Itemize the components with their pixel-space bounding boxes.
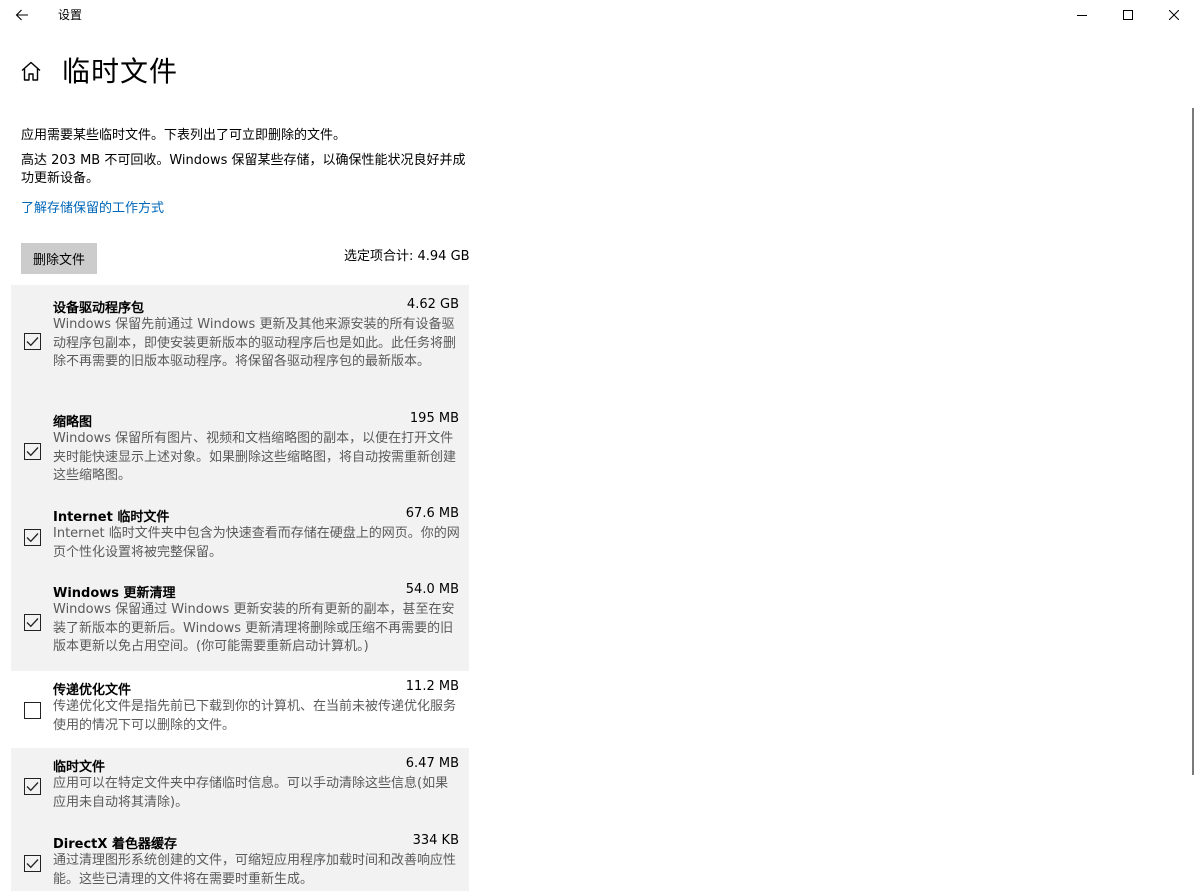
back-arrow-icon [15,9,28,21]
maximize-icon [1123,10,1133,20]
list-item: DirectX 着色器缓存 334 KB 通过清理图形系统创建的文件，可缩短应用… [11,825,469,891]
temp-file-list: 设备驱动程序包 4.62 GB Windows 保留先前通过 Windows 更… [11,285,469,891]
item-name: Windows 更新清理 [53,586,176,601]
item-size: 6.47 MB [405,756,459,771]
item-description: Windows 保留所有图片、视频和文档缩略图的副本，以便在打开文件夹时能快速显… [53,431,457,484]
description-1: 应用需要某些临时文件。下表列出了可立即删除的文件。 [21,128,347,143]
item-size: 54.0 MB [405,582,459,597]
home-button[interactable] [19,60,43,82]
checkmark-icon [26,337,39,347]
close-icon [1169,10,1179,20]
item-name: DirectX 着色器缓存 [53,837,177,852]
checkmark-icon [26,782,39,792]
checkbox[interactable] [24,702,41,719]
item-size: 195 MB [409,411,459,426]
minimize-icon [1077,15,1087,16]
close-button[interactable] [1151,0,1197,30]
list-item: Internet 临时文件 67.6 MB Internet 临时文件夹中包含为… [11,499,469,576]
list-item: 缩略图 195 MB Windows 保留所有图片、视频和文档缩略图的副本，以便… [11,404,469,499]
item-name: 传递优化文件 [53,683,132,698]
checkbox[interactable] [24,614,41,631]
checkbox[interactable] [24,333,41,350]
list-item: Windows 更新清理 54.0 MB Windows 保留通过 Window… [11,576,469,671]
item-name: 设备驱动程序包 [53,301,145,316]
home-icon [21,61,41,81]
item-size: 11.2 MB [405,679,459,694]
minimize-button[interactable] [1059,0,1105,30]
item-size: 67.6 MB [405,506,459,521]
page-title: 临时文件 [62,55,179,88]
list-item: 设备驱动程序包 4.62 GB Windows 保留先前通过 Windows 更… [11,285,469,404]
selected-total: 选定项合计: 4.94 GB [344,249,470,264]
item-description: Windows 保留通过 Windows 更新安装的所有更新的副本，甚至在安装了… [53,602,455,655]
title-bar: 设置 [0,0,1197,30]
item-name: 缩略图 [53,415,93,430]
item-description: 通过清理图形系统创建的文件，可缩短应用程序加载时间和改善响应性能。这些已清理的文… [53,853,457,887]
item-description: Internet 临时文件夹中包含为快速查看而存储在硬盘上的网页。你的网页个性化… [53,526,460,560]
item-description: Windows 保留先前通过 Windows 更新及其他来源安装的所有设备驱动程… [53,317,457,370]
checkmark-icon [26,618,39,628]
item-description: 传递优化文件是指先前已下载到你的计算机、在当前未被传递优化服务使用的情况下可以删… [53,699,457,733]
checkbox[interactable] [24,855,41,872]
checkmark-icon [26,533,39,543]
scrollbar[interactable] [1192,108,1194,775]
item-size: 334 KB [412,833,459,848]
list-item: 临时文件 6.47 MB 应用可以在特定文件夹中存储临时信息。可以手动清除这些信… [11,748,469,825]
learn-storage-reserve-link[interactable]: 了解存储保留的工作方式 [21,197,164,216]
app-title: 设置 [58,8,83,22]
checkbox[interactable] [24,529,41,546]
item-size: 4.62 GB [406,297,459,312]
checkmark-icon [26,447,39,457]
maximize-button[interactable] [1105,0,1151,30]
list-item: 传递优化文件 11.2 MB 传递优化文件是指先前已下载到你的计算机、在当前未被… [11,671,469,748]
delete-files-button[interactable]: 删除文件 [21,243,97,274]
item-name: 临时文件 [53,760,106,775]
checkmark-icon [26,859,39,869]
back-button[interactable] [8,2,36,28]
item-name: Internet 临时文件 [53,510,170,525]
checkbox[interactable] [24,778,41,795]
item-description: 应用可以在特定文件夹中存储临时信息。可以手动清除这些信息(如果应用未自动将其清除… [53,776,449,810]
checkbox[interactable] [24,443,41,460]
description-2: 高达 203 MB 不可回收。Windows 保留某些存储，以确保性能状况良好并… [21,153,466,186]
